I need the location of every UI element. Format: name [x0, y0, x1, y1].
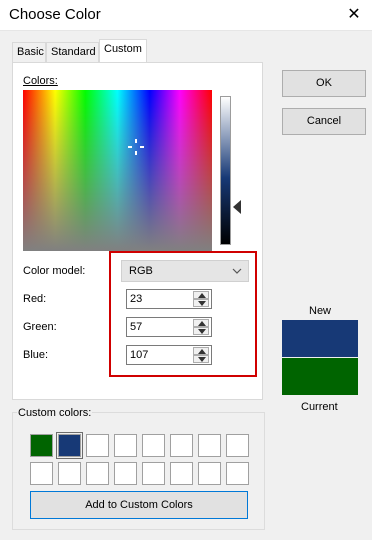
custom-color-cell[interactable] [226, 462, 249, 485]
custom-color-cell[interactable] [56, 432, 83, 459]
current-color-swatch [282, 358, 358, 395]
custom-color-cell[interactable] [170, 434, 193, 457]
highlight-box [109, 251, 257, 377]
green-label: Green: [23, 321, 57, 333]
custom-color-cell[interactable] [114, 434, 137, 457]
custom-color-cell[interactable] [30, 462, 53, 485]
custom-color-cell[interactable] [198, 462, 221, 485]
colors-label: Colors: [23, 75, 58, 87]
tab-custom[interactable]: Custom [99, 39, 147, 62]
custom-color-cell[interactable] [142, 462, 165, 485]
cancel-button[interactable]: Cancel [282, 108, 366, 135]
custom-color-cell[interactable] [30, 434, 53, 457]
crosshair-icon[interactable] [128, 139, 144, 155]
tab-standard-label: Standard [51, 46, 96, 58]
window-title: Choose Color [9, 6, 101, 23]
tab-custom-label: Custom [104, 43, 142, 55]
custom-color-cell[interactable] [114, 462, 137, 485]
new-color-swatch [282, 320, 358, 357]
custom-color-cell[interactable] [58, 462, 81, 485]
custom-color-cell[interactable] [86, 434, 109, 457]
custom-colors-label: Custom colors: [17, 407, 93, 419]
new-label: New [309, 305, 332, 317]
color-model-label: Color model: [23, 265, 86, 277]
tab-standard[interactable]: Standard [46, 42, 99, 62]
custom-color-cell[interactable] [170, 462, 193, 485]
close-icon[interactable]: ✕ [344, 5, 364, 25]
ok-button[interactable]: OK [282, 70, 366, 97]
custom-color-cell[interactable] [86, 462, 109, 485]
color-spectrum[interactable] [23, 90, 212, 251]
custom-color-cell[interactable] [226, 434, 249, 457]
luminance-slider[interactable] [220, 96, 231, 245]
colors-label-text: Colors: [23, 75, 58, 87]
custom-color-cell[interactable] [142, 434, 165, 457]
current-label: Current [301, 401, 338, 413]
title-bar: Choose Color ✕ [0, 0, 372, 31]
add-to-custom-colors-button[interactable]: Add to Custom Colors [30, 491, 248, 519]
blue-label: Blue: [23, 349, 49, 361]
luminance-arrow-icon[interactable] [233, 200, 241, 214]
tab-basic[interactable]: Basic [12, 42, 46, 62]
tab-basic-label: Basic [17, 46, 44, 58]
red-label: Red: [23, 293, 47, 305]
custom-color-cell[interactable] [198, 434, 221, 457]
